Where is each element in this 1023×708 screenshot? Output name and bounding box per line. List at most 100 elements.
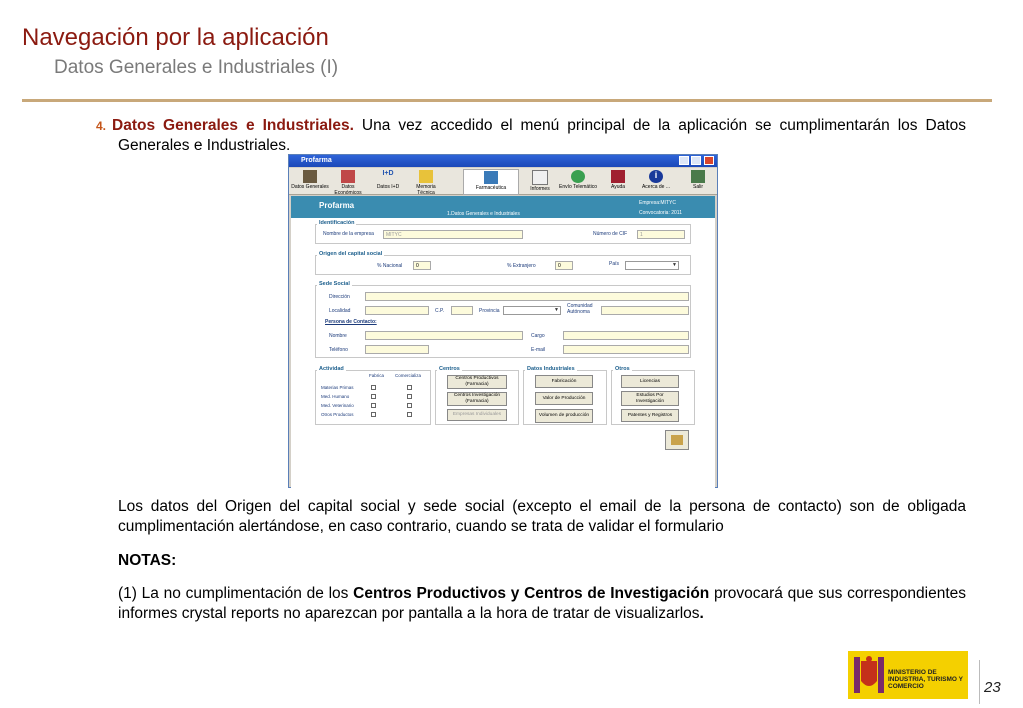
checkbox[interactable]: [407, 394, 412, 399]
title-divider: [22, 99, 992, 102]
volumen-produccion-button[interactable]: Volumen de producción: [535, 409, 593, 423]
nombre-empresa-input[interactable]: MITYC: [383, 230, 523, 239]
cargo-label: Cargo: [531, 333, 545, 339]
tb-informes-button[interactable]: Informes: [521, 169, 559, 193]
minimize-button[interactable]: [679, 156, 689, 165]
maximize-button[interactable]: [691, 156, 701, 165]
empresas-individuales-button[interactable]: Empresas Individuales: [447, 409, 507, 421]
exit-icon: [691, 170, 705, 183]
comercializa-col: Comercializa: [395, 373, 422, 378]
actividad-row: Med. Humano: [321, 394, 350, 399]
localidad-label: Localidad: [329, 308, 351, 314]
note-1: (1) La no cumplimentación de los Centros…: [118, 585, 966, 622]
industriales-label: Datos Industriales: [525, 366, 577, 372]
nacional-label: % Nacional: [377, 263, 403, 269]
coat-of-arms-icon: [852, 653, 886, 697]
cargo-input[interactable]: [563, 331, 689, 340]
extranjero-label: % Extranjero: [507, 263, 536, 269]
actividad-row: Materias Primas: [321, 385, 354, 390]
tb-ayuda-button[interactable]: Ayuda: [599, 169, 637, 193]
provincia-select[interactable]: [503, 306, 561, 315]
estudios-button[interactable]: Estudios Por Investigación: [621, 391, 679, 406]
book-icon: [611, 170, 625, 183]
checkbox[interactable]: [371, 412, 376, 417]
cif-label: Número de CIF: [593, 231, 628, 237]
telefono-input[interactable]: [365, 345, 429, 354]
capital-label: Origen del capital social: [317, 251, 385, 257]
comunidad-label: Comunidad Autónoma: [567, 303, 593, 315]
id-icon: I+D: [382, 170, 394, 177]
checkbox[interactable]: [407, 412, 412, 417]
money-icon: [341, 170, 355, 183]
sede-label: Sede Social: [317, 281, 352, 287]
save-button[interactable]: [665, 430, 689, 450]
step-number: 4.: [96, 119, 107, 133]
cif-input[interactable]: 1: [637, 230, 685, 239]
checkbox[interactable]: [371, 385, 376, 390]
valor-produccion-button[interactable]: Valor de Producción: [535, 392, 593, 405]
nacional-input[interactable]: 0: [413, 261, 431, 270]
checkbox[interactable]: [407, 385, 412, 390]
cp-input[interactable]: [451, 306, 473, 315]
company-label: Empresa:MITYC: [639, 200, 676, 206]
step-heading: Datos Generales e Industriales.: [112, 117, 354, 134]
chart-icon: [303, 170, 317, 183]
centros-investigacion-button[interactable]: Centros Investigación (Farmacia): [447, 392, 507, 406]
tb-datos-economicos-button[interactable]: Datos Económicos: [329, 169, 367, 196]
nombre-empresa-label: Nombre de la empresa: [323, 231, 374, 237]
window-titlebar: Profarma: [289, 155, 717, 167]
actividad-label: Actividad: [317, 366, 346, 372]
contacto-label: Persona de Contacto:: [325, 319, 377, 325]
tb-datos-id-button[interactable]: I+D Datos I+D: [369, 169, 407, 193]
convocatoria-label: Convocatoria: 2011: [639, 210, 682, 216]
centros-label: Centros: [437, 366, 462, 372]
extranjero-input[interactable]: 0: [555, 261, 573, 270]
page-number: 23: [984, 679, 1001, 696]
direccion-label: Dirección: [329, 294, 350, 300]
fabricacion-button[interactable]: Fabricación: [535, 375, 593, 388]
window-title: Profarma: [301, 157, 332, 164]
globe-icon: [571, 170, 585, 183]
otros-label: Otros: [613, 366, 632, 372]
footer-divider: [979, 660, 980, 704]
tb-memoria-tecnica-button[interactable]: Memoria Técnica: [407, 169, 445, 196]
tb-datos-generales-button[interactable]: Datos Generales: [291, 169, 329, 193]
page-title: Navegación por la aplicación: [22, 24, 329, 51]
comunidad-input[interactable]: [601, 306, 689, 315]
section-title: 1.Datos Generales e Industriales: [447, 211, 520, 217]
notes-label: NOTAS:: [118, 552, 177, 569]
info-icon: i: [649, 170, 663, 183]
patentes-button[interactable]: Patentes y Registros: [621, 409, 679, 422]
ministry-name: MINISTERIO DE INDUSTRIA, TURISMO Y COMER…: [888, 669, 963, 690]
form-header: Profarma Empresa:MITYC 1.Datos Generales…: [291, 196, 715, 218]
page-subtitle: Datos Generales e Industriales (I): [54, 57, 339, 78]
licencias-button[interactable]: Licencias: [621, 375, 679, 388]
tb-farmaceutica-button[interactable]: Farmacéutica: [463, 169, 519, 195]
pencil-icon: [419, 170, 433, 183]
centros-productivos-button[interactable]: Centros Productivos (Farmacia): [447, 375, 507, 389]
checkbox[interactable]: [371, 403, 376, 408]
email-input[interactable]: [563, 345, 689, 354]
contacto-nombre-label: Nombre: [329, 333, 347, 339]
actividad-row: Otros Productos: [321, 412, 354, 417]
app-name: Profarma: [319, 201, 355, 210]
bottle-icon: [484, 171, 498, 184]
report-icon: [532, 170, 548, 185]
pais-select[interactable]: [625, 261, 679, 270]
close-button[interactable]: [704, 156, 714, 165]
provincia-label: Provincia: [479, 308, 500, 314]
contacto-nombre-input[interactable]: [365, 331, 523, 340]
identificacion-label: Identificación: [317, 220, 357, 226]
tb-acerca-button[interactable]: i Acerca de ...: [637, 169, 675, 193]
tb-salir-button[interactable]: Salir: [679, 169, 717, 193]
checkbox[interactable]: [407, 403, 412, 408]
tb-envio-telematico-button[interactable]: Envío Telemático: [559, 169, 597, 193]
email-label: E-mail: [531, 347, 546, 353]
direccion-input[interactable]: [365, 292, 689, 301]
localidad-input[interactable]: [365, 306, 429, 315]
toolbar: Datos Generales Datos Económicos I+D Dato…: [289, 168, 717, 196]
app-window: Profarma Datos Generales Datos Económico…: [288, 154, 718, 488]
cp-label: C.P.: [435, 308, 445, 314]
telefono-label: Teléfono: [329, 347, 348, 353]
checkbox[interactable]: [371, 394, 376, 399]
